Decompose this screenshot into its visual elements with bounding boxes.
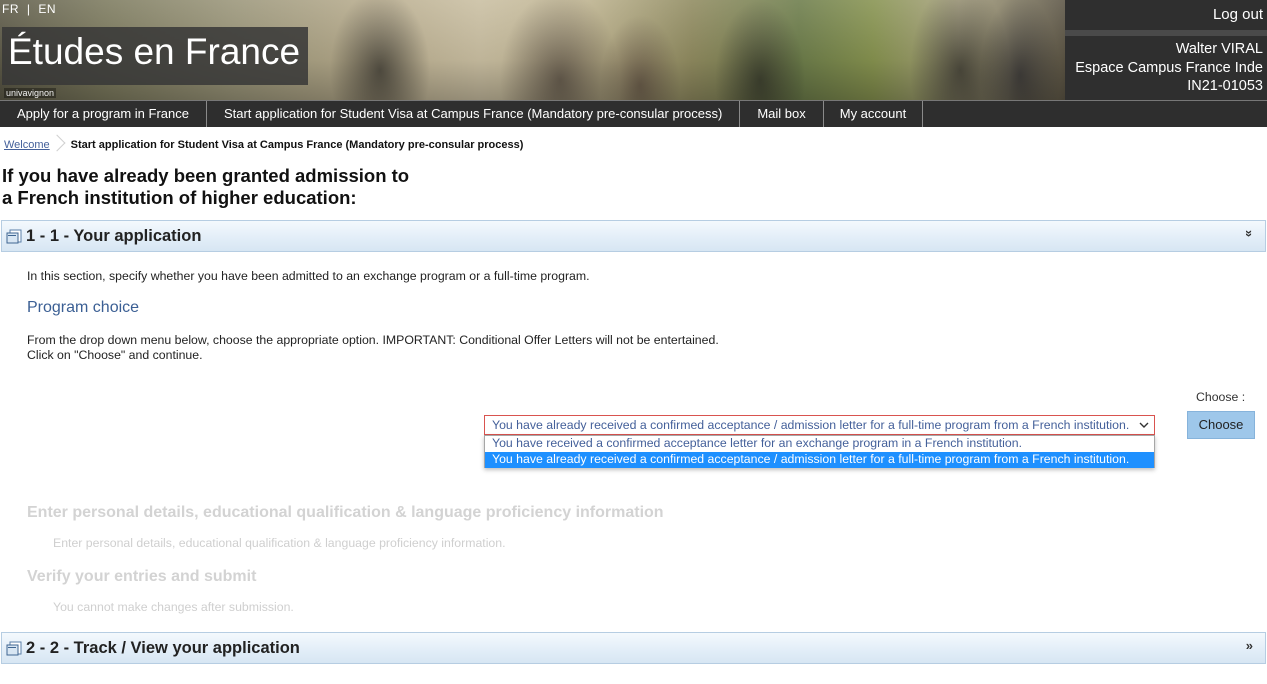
step-verify-submit-desc: You cannot make changes after submission… — [53, 600, 294, 614]
program-choice-heading: Program choice — [27, 299, 140, 316]
document-stack-icon — [6, 229, 22, 244]
nav-item-my-account[interactable]: My account — [824, 101, 924, 127]
section-2-header[interactable]: 2 - 2 - Track / View your application » — [1, 632, 1266, 664]
breadcrumb: Welcome Start application for Student Vi… — [4, 135, 523, 155]
step-verify-submit-title: Verify your entries and submit — [27, 568, 257, 585]
expand-chevron-icon[interactable]: » — [1246, 638, 1253, 653]
dropdown-option-full-time[interactable]: You have already received a confirmed ac… — [485, 452, 1154, 468]
main-nav: Apply for a program in France Start appl… — [0, 100, 1267, 127]
step-personal-details-title: Enter personal details, educational qual… — [27, 504, 664, 521]
section-1-intro: In this section, specify whether you hav… — [27, 269, 590, 283]
section-2-title: 2 - 2 - Track / View your application — [26, 639, 300, 657]
page-title-line-1: If you have already been granted admissi… — [2, 165, 410, 186]
lang-fr-link[interactable]: FR — [2, 2, 19, 16]
header-banner: FR | EN Études en France univavignon Log… — [0, 0, 1267, 100]
instruction-line-2: Click on "Choose" and continue. — [27, 348, 203, 362]
user-id: IN21-01053 — [1187, 78, 1263, 94]
lang-separator: | — [26, 2, 31, 16]
program-choice-instructions: From the drop down menu below, choose th… — [27, 333, 719, 363]
select-selected-value: You have already received a confirmed ac… — [492, 418, 1130, 432]
section-1-header[interactable]: 1 - 1 - Your application » — [1, 220, 1266, 252]
step-personal-details-desc: Enter personal details, educational qual… — [53, 536, 506, 550]
user-office: Espace Campus France Inde — [1075, 60, 1263, 76]
user-name: Walter VIRAL — [1175, 41, 1263, 57]
nav-item-mail-box[interactable]: Mail box — [740, 101, 824, 127]
nav-item-apply-program[interactable]: Apply for a program in France — [0, 101, 207, 127]
dropdown-option-exchange[interactable]: You have received a confirmed acceptance… — [485, 436, 1154, 452]
breadcrumb-separator-icon — [56, 135, 64, 155]
breadcrumb-current: Start application for Student Visa at Ca… — [70, 139, 524, 151]
document-stack-icon — [6, 641, 22, 656]
user-panel-divider — [1065, 30, 1267, 36]
breadcrumb-home-link[interactable]: Welcome — [4, 139, 50, 151]
lang-en-link[interactable]: EN — [38, 2, 56, 16]
page-title: If you have already been granted admissi… — [2, 165, 462, 209]
page-title-line-2: a French institution of higher education… — [2, 187, 357, 208]
program-type-select[interactable]: You have already received a confirmed ac… — [484, 415, 1155, 435]
chevron-down-icon — [1138, 416, 1150, 434]
language-switcher: FR | EN — [2, 2, 56, 16]
program-type-dropdown-list: You have received a confirmed acceptance… — [484, 435, 1155, 468]
university-logo: univavignon — [4, 88, 57, 98]
choose-button[interactable]: Choose — [1187, 411, 1255, 439]
choose-label: Choose : — [1196, 390, 1246, 404]
section-1-title: 1 - 1 - Your application — [26, 227, 202, 245]
user-panel: Log out Walter VIRAL Espace Campus Franc… — [1065, 0, 1267, 100]
site-title[interactable]: Études en France — [8, 31, 300, 73]
collapse-chevron-icon[interactable]: » — [1242, 230, 1257, 237]
nav-item-student-visa[interactable]: Start application for Student Visa at Ca… — [207, 101, 741, 127]
instruction-line-1: From the drop down menu below, choose th… — [27, 333, 719, 347]
logout-link[interactable]: Log out — [1213, 6, 1263, 23]
